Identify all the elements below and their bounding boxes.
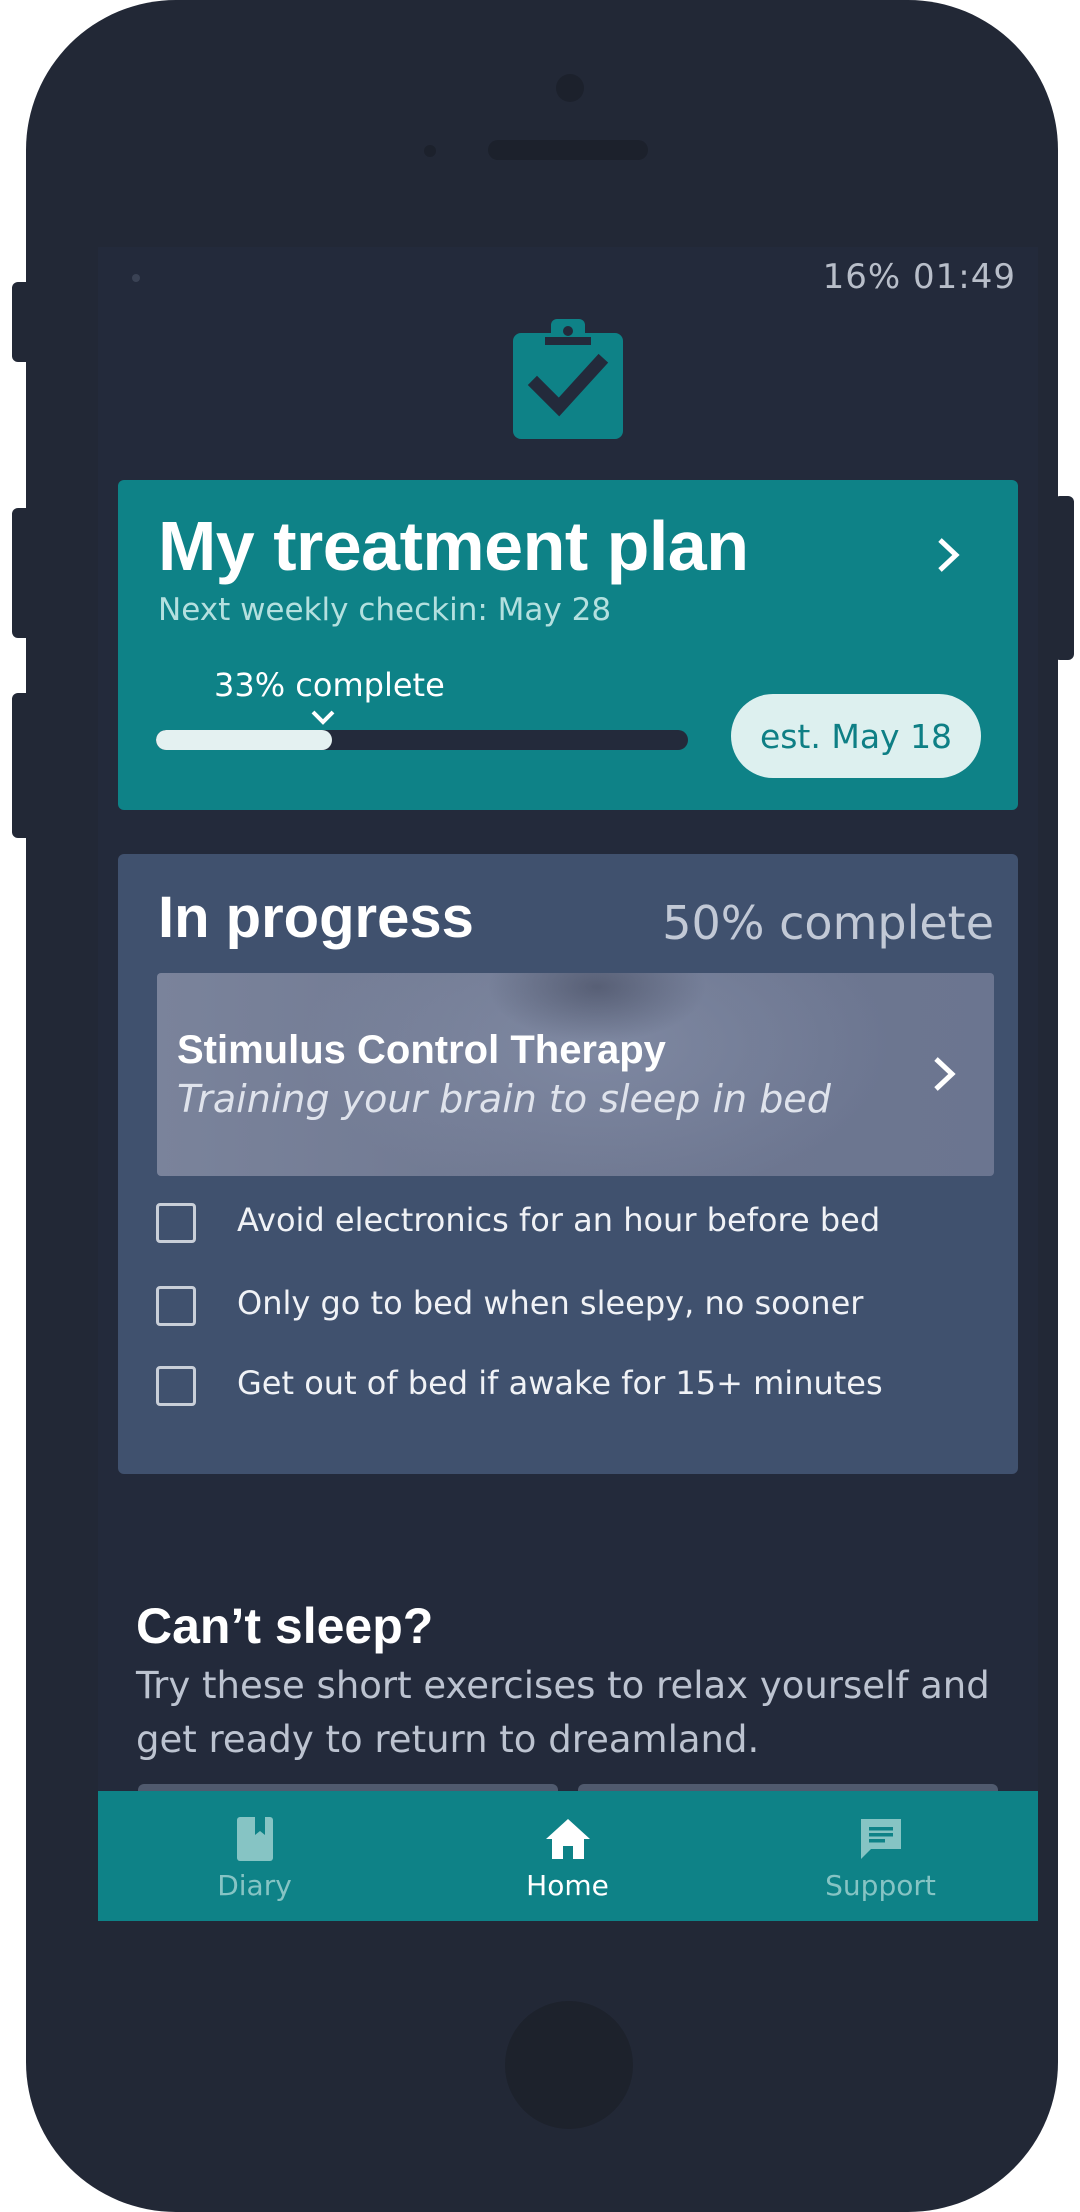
next-checkin-text: Next weekly checkin: May 28: [158, 592, 612, 628]
checklist-item-label: Avoid electronics for an hour before bed: [237, 1201, 881, 1239]
app-screen: 16% 01:49 My treatment plan Next weekly …: [98, 247, 1038, 1921]
therapy-description: Training your brain to sleep in bed: [177, 1077, 831, 1121]
earpiece-speaker: [488, 140, 648, 160]
in-progress-card: In progress 50% complete Stimulus Contro…: [118, 854, 1018, 1474]
cant-sleep-title: Can’t sleep?: [136, 1598, 434, 1654]
phone-frame: 16% 01:49 My treatment plan Next weekly …: [26, 0, 1058, 2212]
estimate-badge[interactable]: est. May 18: [731, 694, 981, 778]
in-progress-percent: 50% complete: [662, 896, 994, 950]
checklist-item[interactable]: Only go to bed when sleepy, no sooner: [156, 1284, 996, 1334]
front-camera: [556, 74, 584, 102]
plan-progress-label: 33% complete: [214, 666, 445, 704]
nav-label-diary: Diary: [217, 1869, 292, 1902]
checklist-item-label: Only go to bed when sleepy, no sooner: [237, 1284, 864, 1322]
therapy-banner[interactable]: Stimulus Control Therapy Training your b…: [157, 973, 994, 1176]
status-bar-text: 16% 01:49: [822, 257, 1016, 297]
power-button[interactable]: [1054, 496, 1074, 660]
proximity-sensor: [424, 145, 436, 157]
plan-progress-fill: [156, 730, 332, 750]
home-icon: [545, 1819, 590, 1859]
therapy-name: Stimulus Control Therapy: [177, 1028, 666, 1072]
chevron-right-icon[interactable]: [928, 530, 968, 580]
chat-icon: [860, 1819, 901, 1859]
cant-sleep-description: Try these short exercises to relax yours…: [136, 1664, 990, 1761]
chevron-right-icon[interactable]: [927, 1051, 961, 1097]
volume-up-button[interactable]: [12, 508, 32, 638]
checkbox[interactable]: [156, 1286, 196, 1326]
checklist-item[interactable]: Avoid electronics for an hour before bed: [156, 1201, 996, 1251]
nav-item-home[interactable]: Home: [411, 1791, 724, 1921]
treatment-plan-card[interactable]: My treatment plan Next weekly checkin: M…: [118, 480, 1018, 810]
nav-item-diary[interactable]: Diary: [98, 1791, 411, 1921]
plan-progress-bar: [156, 730, 688, 750]
bottom-navigation: Diary Home Support: [98, 1791, 1038, 1921]
home-hardware-button[interactable]: [505, 2001, 633, 2129]
nav-label-home: Home: [526, 1869, 609, 1902]
treatment-plan-title: My treatment plan: [158, 507, 749, 585]
clipboard-check-icon: [513, 319, 623, 439]
nav-item-support[interactable]: Support: [724, 1791, 1037, 1921]
volume-down-button[interactable]: [12, 693, 32, 838]
checklist-item[interactable]: Get out of bed if awake for 15+ minutes: [156, 1364, 996, 1414]
checkbox[interactable]: [156, 1366, 196, 1406]
checkbox[interactable]: [156, 1203, 196, 1243]
checklist-item-label: Get out of bed if awake for 15+ minutes: [237, 1364, 883, 1402]
book-icon: [236, 1817, 273, 1861]
chevron-down-icon: [311, 710, 335, 725]
in-progress-title: In progress: [158, 885, 474, 950]
nav-label-support: Support: [825, 1869, 936, 1902]
mute-switch[interactable]: [12, 282, 32, 362]
notification-dot: [132, 274, 140, 282]
